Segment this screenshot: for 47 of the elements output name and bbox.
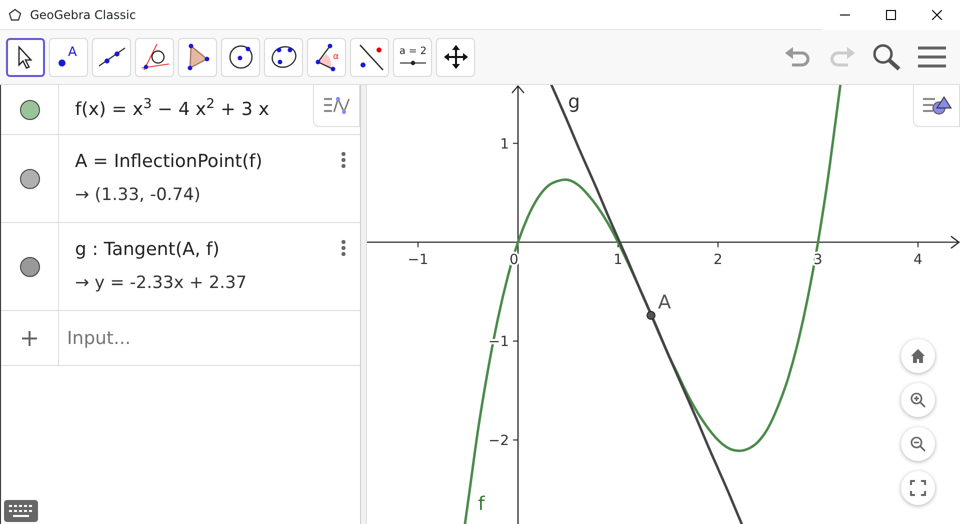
algebra-style-button[interactable]	[313, 85, 360, 127]
visibility-toggle[interactable]	[20, 100, 40, 120]
window-title: GeoGebra Classic	[30, 6, 136, 24]
undo-icon[interactable]	[784, 45, 812, 69]
zoom-in-icon	[910, 392, 926, 408]
app-icon	[8, 8, 22, 22]
algebra-definition[interactable]: g : Tangent(A, f)	[75, 236, 247, 264]
axis-tick-label: −1	[408, 252, 428, 268]
algebra-value: → y = -2.33x + 2.37	[75, 272, 247, 296]
menu-icon[interactable]	[918, 45, 946, 69]
graphics-style-button[interactable]	[913, 85, 960, 127]
curve-label: f	[478, 493, 485, 516]
algebra-value: → (1.33, -0.74)	[75, 184, 202, 208]
search-icon[interactable]	[872, 43, 902, 71]
zoom-out-icon	[910, 436, 926, 452]
zoom-in-button[interactable]	[901, 383, 935, 417]
keyboard-icon[interactable]	[4, 500, 38, 522]
point-label: A	[658, 291, 671, 314]
axis-tick-label: −2	[488, 432, 509, 449]
fullscreen-button[interactable]	[901, 471, 935, 505]
axis-tick-label: 1	[614, 252, 622, 268]
axis-tick-label: 2	[714, 252, 722, 268]
angle-label: α	[332, 52, 338, 62]
fullscreen-icon	[910, 480, 926, 496]
tangent-icon	[140, 42, 170, 72]
maximize-icon	[886, 10, 896, 20]
inflection-point	[646, 310, 656, 320]
tool-button[interactable]: α	[307, 38, 346, 76]
home-button[interactable]	[901, 339, 935, 373]
tool-button[interactable]	[6, 38, 45, 76]
algebra-definition[interactable]: f(x) = x$^{3}$ − 4 x$^{2}$ + 3 x	[75, 96, 270, 123]
zoom-out-button[interactable]	[901, 427, 935, 461]
tool-button[interactable]: A	[49, 38, 88, 76]
curve-label: g	[568, 90, 580, 113]
tool-button[interactable]: a = 2	[393, 38, 432, 76]
slider-label: a = 2	[398, 46, 426, 57]
algebra-definition[interactable]: A = InflectionPoint(f)	[75, 148, 262, 176]
graphics-style-icon	[920, 94, 952, 118]
close-icon	[932, 10, 942, 20]
axis-tick-label: 4	[914, 252, 922, 268]
axis-tick-label: 1	[500, 136, 509, 152]
visibility-toggle[interactable]	[20, 168, 40, 188]
home-icon	[910, 348, 926, 364]
add-icon[interactable]: +	[19, 320, 40, 356]
visibility-toggle[interactable]	[20, 256, 40, 276]
point-label: A	[68, 45, 76, 60]
input-field[interactable]: Input...	[59, 311, 339, 365]
